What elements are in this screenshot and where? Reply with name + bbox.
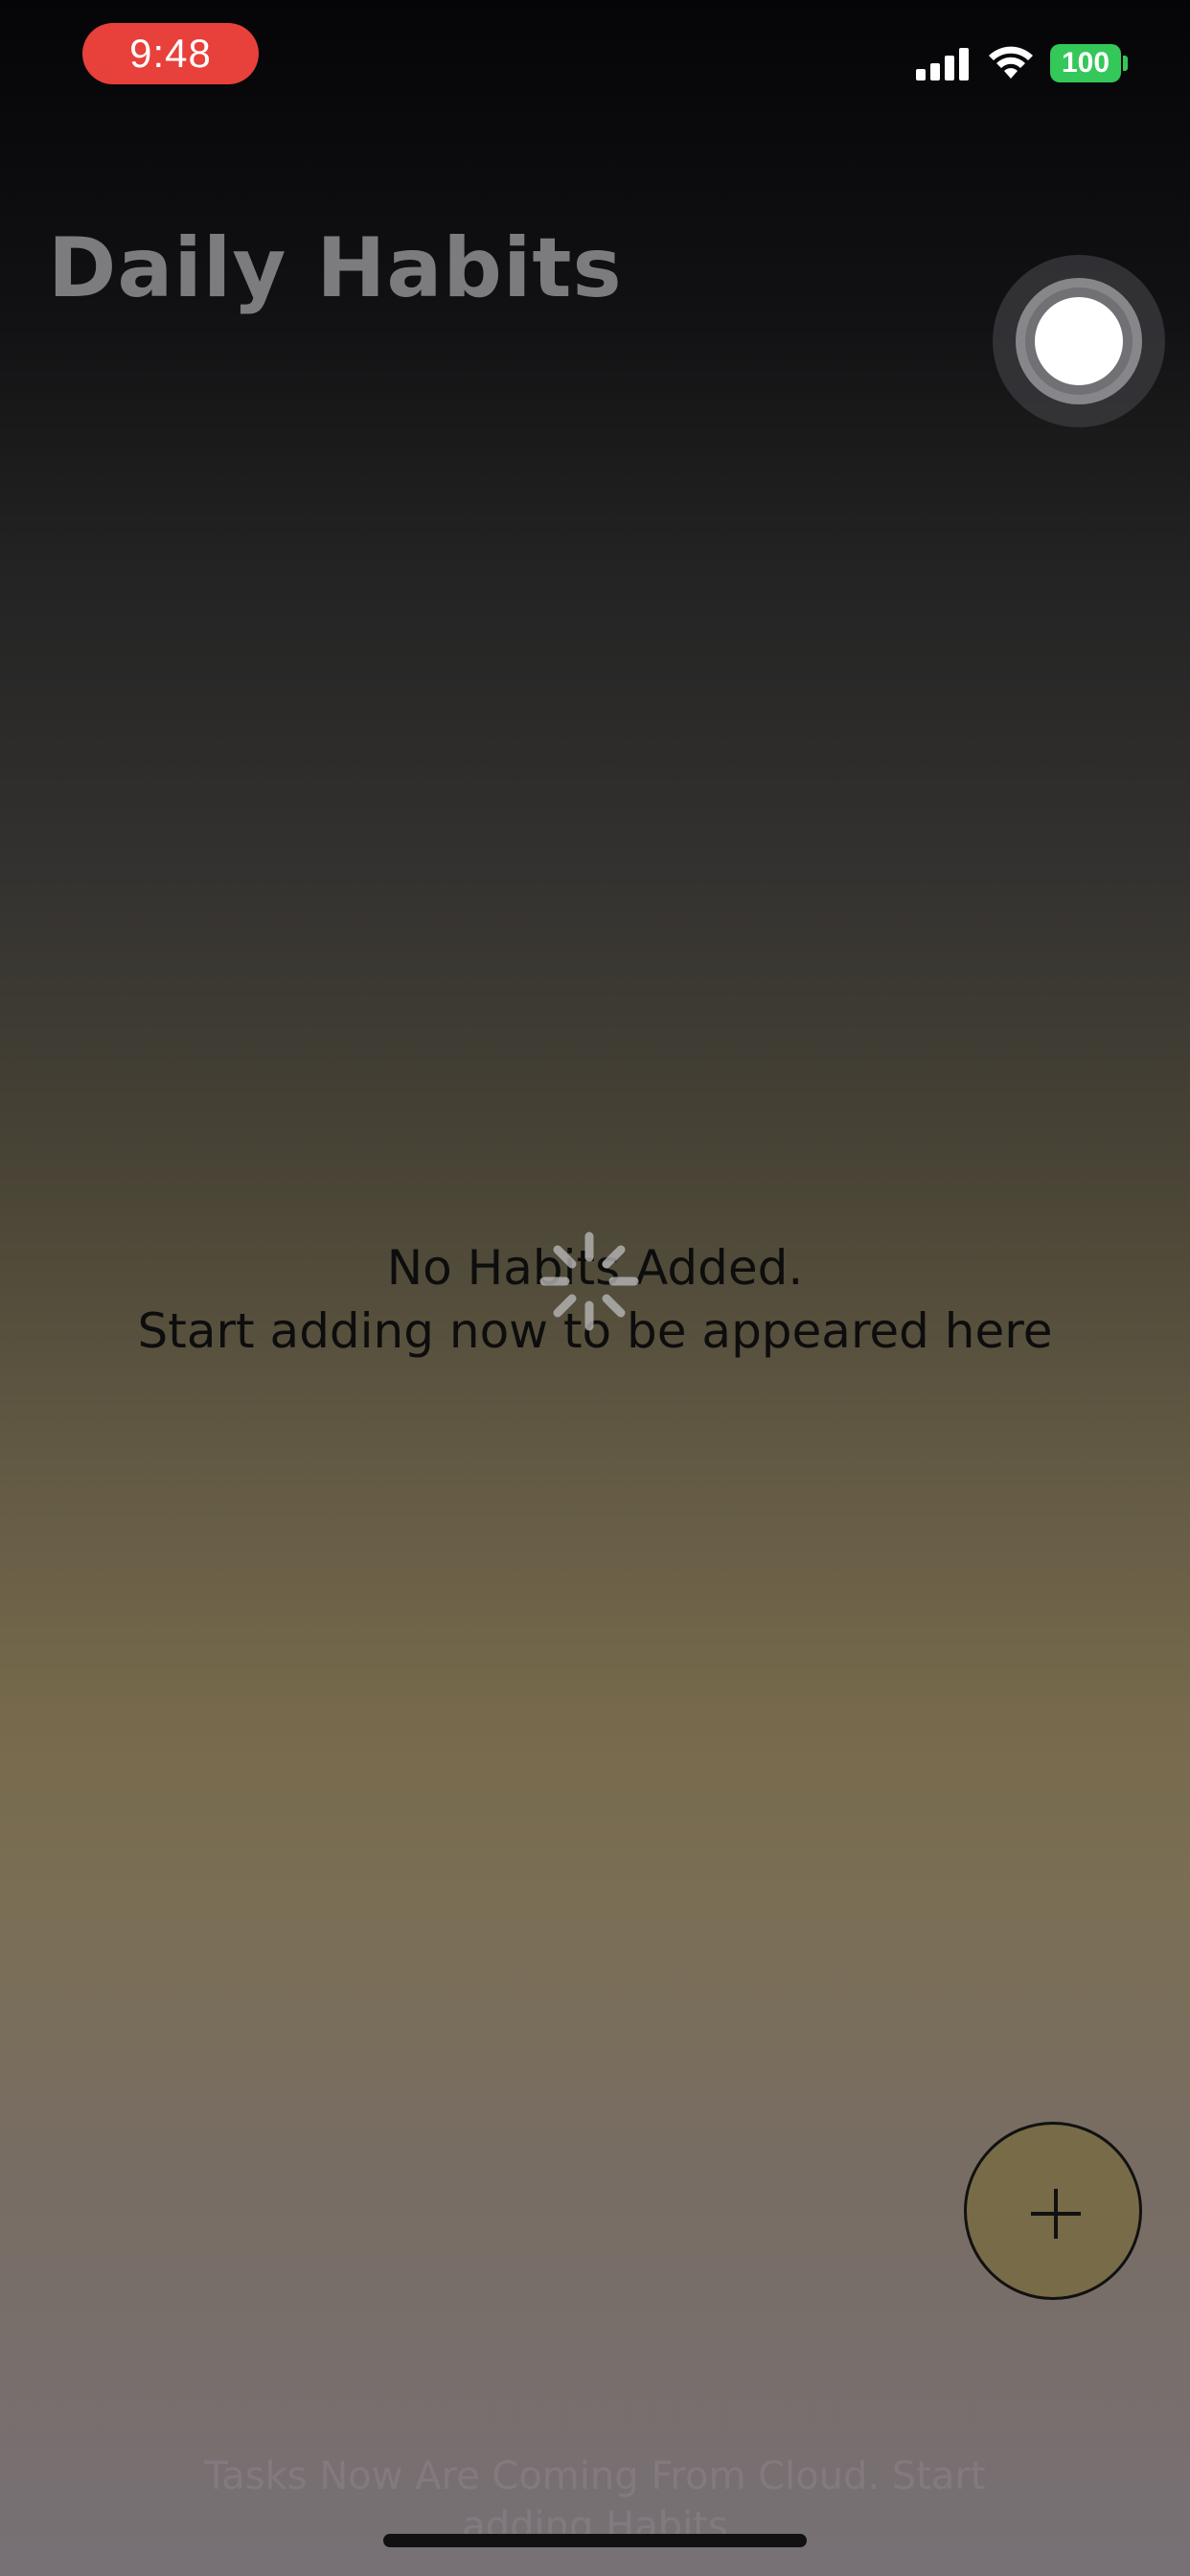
home-indicator[interactable] [383,2534,807,2547]
add-habit-button[interactable] [964,2122,1142,2300]
assistive-touch-button[interactable] [993,255,1165,427]
cloud-hint-line1: Tasks Now Are Coming From Cloud. Start [204,2454,986,2498]
assistive-touch-dot [1035,297,1123,385]
battery-icon: 100 [1050,44,1121,82]
plus-icon [1031,2189,1081,2239]
signal-icon [916,48,970,80]
status-time: 9:48 [82,23,259,84]
loading-spinner-icon [539,1231,639,1331]
page-title: Daily Habits [48,220,623,316]
battery-cap [1123,56,1128,71]
status-bar: 9:48 100 [0,0,1190,115]
wifi-icon [989,46,1033,79]
